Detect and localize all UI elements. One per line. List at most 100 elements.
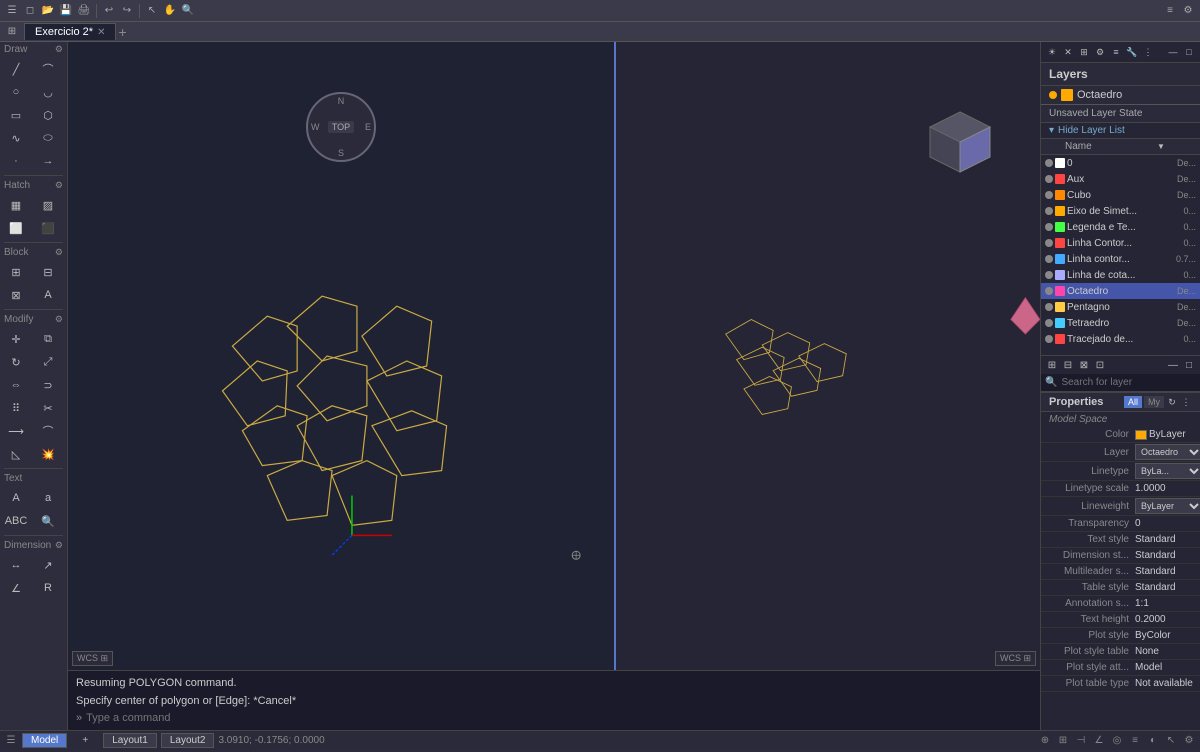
viewport-right[interactable]: WCS ⊞ [616, 42, 1040, 670]
ortho-icon[interactable]: ⊣ [1074, 734, 1088, 748]
mtext-tool[interactable]: A [2, 487, 30, 509]
offset-tool[interactable]: ⊃ [34, 374, 62, 396]
layer-delete-icon[interactable]: ✕ [1061, 45, 1075, 59]
selection-icon[interactable]: ↖ [1164, 734, 1178, 748]
save-icon[interactable]: 💾 [58, 3, 74, 19]
mirror-tool[interactable]: ⇔ [2, 374, 30, 396]
extend-tool[interactable]: ⟶ [2, 420, 30, 442]
layers-icon[interactable]: ≡ [1162, 3, 1178, 19]
dim-aligned-tool[interactable]: ↗ [34, 554, 62, 576]
layer-visibility-dot[interactable] [1045, 175, 1053, 183]
draw-settings-icon[interactable]: ⚙ [55, 44, 63, 55]
rect-tool[interactable]: ▭ [2, 104, 30, 126]
layer-visibility-dot[interactable] [1045, 287, 1053, 295]
layer-visibility-dot[interactable] [1045, 223, 1053, 231]
layer-settings-icon[interactable]: ⚙ [1093, 45, 1107, 59]
layer-item[interactable]: Linha contor...0.7... [1041, 251, 1200, 267]
layer-action-expand[interactable]: □ [1182, 358, 1196, 372]
layer-action-2[interactable]: ⊟ [1061, 358, 1075, 372]
layer-action-1[interactable]: ⊞ [1045, 358, 1059, 372]
modify-section-header[interactable]: Modify ⚙ [0, 312, 67, 327]
layer-item[interactable]: TetraedroDe... [1041, 315, 1200, 331]
insert-block-tool[interactable]: ⊞ [2, 261, 30, 283]
command-input-field[interactable] [86, 712, 1032, 724]
prop-more-icon[interactable]: ⋮ [1180, 396, 1192, 408]
new-tab-button[interactable]: + [118, 24, 126, 40]
attrib-tool[interactable]: A [34, 284, 62, 306]
dimension-settings-icon[interactable]: ⚙ [55, 540, 63, 551]
scale-tool[interactable]: ⤢ [34, 351, 62, 373]
prop-tab-my[interactable]: My [1144, 396, 1164, 408]
dim-radius-tool[interactable]: R [34, 577, 62, 599]
text-section-header[interactable]: Text [0, 471, 67, 486]
layer-item[interactable]: Tracejado de...0... [1041, 331, 1200, 347]
dtext-tool[interactable]: a [34, 487, 62, 509]
spline-tool[interactable]: ∿ [2, 127, 30, 149]
zoom-icon[interactable]: 🔍 [180, 3, 196, 19]
layer-item[interactable]: 0De... [1041, 155, 1200, 171]
layer-sort-icon[interactable]: ▼ [1156, 142, 1166, 152]
circle-tool[interactable]: ○ [2, 81, 30, 103]
layer-action-4[interactable]: ⊡ [1093, 358, 1107, 372]
layer-visibility-dot[interactable] [1045, 207, 1053, 215]
hatch-section-header[interactable]: Hatch ⚙ [0, 178, 67, 193]
rotate-tool[interactable]: ↻ [2, 351, 30, 373]
gradient-tool[interactable]: ▨ [34, 194, 62, 216]
layer-properties-icon[interactable]: 🔧 [1125, 45, 1139, 59]
new-icon[interactable]: ◻ [22, 3, 38, 19]
layer-action-3[interactable]: ⊠ [1077, 358, 1091, 372]
prop-refresh-icon[interactable]: ↻ [1166, 396, 1178, 408]
layer-visibility-dot[interactable] [1045, 255, 1053, 263]
block-settings-icon[interactable]: ⚙ [55, 247, 63, 258]
trim-tool[interactable]: ✂ [34, 397, 62, 419]
open-icon[interactable]: 📂 [40, 3, 56, 19]
tab-close-icon[interactable]: ✕ [97, 27, 105, 38]
layer-item[interactable]: AuxDe... [1041, 171, 1200, 187]
layer-item[interactable]: Eixo de Simet...0... [1041, 203, 1200, 219]
undo-icon[interactable]: ↩ [101, 3, 117, 19]
workspace-icon[interactable]: ⊞ [4, 24, 20, 40]
osnap-icon[interactable]: ◎ [1110, 734, 1124, 748]
copy-tool[interactable]: ⧉ [34, 328, 62, 350]
layer-item[interactable]: PentagnoDe... [1041, 299, 1200, 315]
polyline-tool[interactable]: ⌒ [34, 58, 62, 80]
drawing-canvas-left[interactable] [68, 42, 614, 670]
polygon-tool[interactable]: ⬡ [34, 104, 62, 126]
hatch-tool[interactable]: ▦ [2, 194, 30, 216]
layer-visibility-dot[interactable] [1045, 303, 1053, 311]
layer-visibility-dot[interactable] [1045, 159, 1053, 167]
layer-new-icon[interactable]: ☀ [1045, 45, 1059, 59]
dim-linear-tool[interactable]: ↔ [2, 554, 30, 576]
layer-item[interactable]: Linha Contor...0... [1041, 235, 1200, 251]
prop-dropdown-linetype[interactable]: ByLa... [1135, 463, 1200, 479]
select-icon[interactable]: ↖ [144, 3, 160, 19]
layer-expand-icon[interactable]: □ [1182, 45, 1196, 59]
modify-settings-icon[interactable]: ⚙ [55, 314, 63, 325]
prop-dropdown-lineweight[interactable]: ByLayer [1135, 498, 1200, 514]
hide-layer-list-toggle[interactable]: ▾ Hide Layer List [1041, 123, 1200, 139]
grid-icon[interactable]: ⊞ [1056, 734, 1070, 748]
point-tool[interactable]: · [2, 150, 30, 172]
color-swatch[interactable] [1135, 430, 1147, 440]
dimension-section-header[interactable]: Dimension ⚙ [0, 538, 67, 553]
transparency-icon[interactable]: ◐ [1146, 734, 1160, 748]
drawing-canvas-right[interactable] [616, 42, 1040, 670]
layer-visibility-dot[interactable] [1045, 239, 1053, 247]
lineweight-icon[interactable]: ≡ [1128, 734, 1142, 748]
layer-visibility-dot[interactable] [1045, 319, 1053, 327]
line-tool[interactable]: ╱ [2, 58, 30, 80]
pan-icon[interactable]: ✋ [162, 3, 178, 19]
hatch-settings-icon[interactable]: ⚙ [55, 180, 63, 191]
layer-item[interactable]: Linha de cota...0... [1041, 267, 1200, 283]
dim-angular-tool[interactable]: ∠ [2, 577, 30, 599]
region-tool[interactable]: ⬛ [34, 217, 62, 239]
array-tool[interactable]: ⠿ [2, 397, 30, 419]
menu-icon[interactable]: ☰ [4, 3, 20, 19]
layer-state-icon[interactable]: ⊞ [1077, 45, 1091, 59]
explode-tool[interactable]: 💥 [34, 443, 62, 465]
ellipse-tool[interactable]: ⬭ [34, 127, 62, 149]
move-tool[interactable]: ✛ [2, 328, 30, 350]
make-block-tool[interactable]: ⊟ [34, 261, 62, 283]
layer-more-icon[interactable]: ⋮ [1141, 45, 1155, 59]
new-layout-icon[interactable]: + [71, 730, 99, 752]
